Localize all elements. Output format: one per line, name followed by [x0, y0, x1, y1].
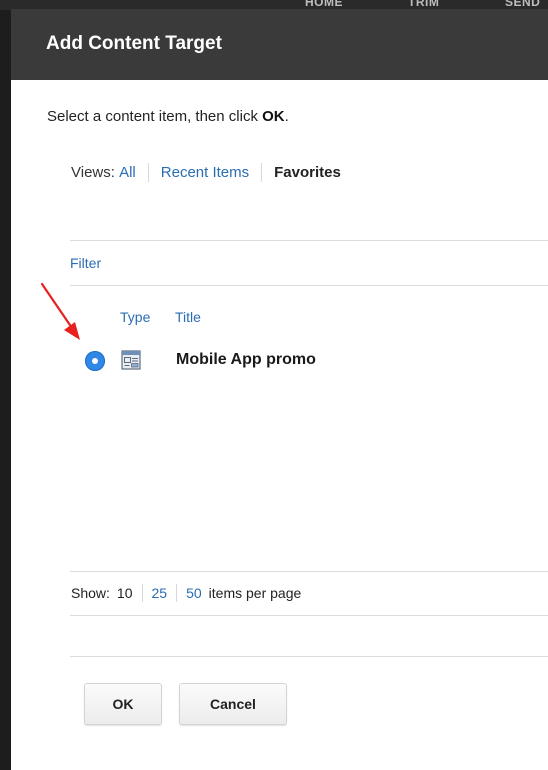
divider [70, 615, 548, 616]
view-favorites-current: Favorites [274, 164, 341, 181]
divider [70, 240, 548, 241]
column-header-type[interactable]: Type [120, 309, 150, 325]
background-nav-item: TRIM [408, 0, 440, 9]
page-size-suffix: items per page [208, 585, 302, 601]
divider [70, 285, 548, 286]
divider [70, 571, 548, 572]
annotation-arrow-icon [40, 282, 80, 340]
row-title: Mobile App promo [176, 351, 316, 368]
row-select-radio[interactable] [85, 351, 105, 371]
view-recent-items-link[interactable]: Recent Items [161, 164, 249, 181]
page-size-selector: Show: 10 25 50 items per page [71, 584, 301, 602]
content-item-icon [121, 350, 141, 370]
views-switcher: Views: All Recent Items Favorites [71, 163, 341, 182]
dialog-title: Add Content Target [46, 33, 222, 54]
page-size-separator [141, 584, 143, 602]
instruction-ok-emphasis: OK [262, 108, 285, 125]
views-separator [147, 163, 149, 182]
instruction-suffix: . [284, 108, 289, 125]
page-size-label: Show: [71, 585, 110, 601]
views-separator [261, 163, 263, 182]
instruction-text: Select a content item, then click OK. [47, 108, 289, 125]
background-nav-item: SEND [505, 0, 541, 9]
ok-button[interactable]: OK [84, 683, 162, 725]
instruction-prefix: Select a content item, then click [47, 108, 263, 125]
background-nav-item: HOME [305, 0, 343, 9]
view-all-link[interactable]: All [119, 164, 136, 181]
page-size-separator [176, 584, 178, 602]
page-size-50-link[interactable]: 50 [186, 585, 202, 601]
views-label: Views: [71, 164, 115, 181]
page-size-current: 10 [116, 585, 133, 601]
divider [70, 656, 548, 657]
page-size-25-link[interactable]: 25 [152, 585, 168, 601]
filter-link[interactable]: Filter [70, 255, 101, 271]
column-header-title[interactable]: Title [175, 309, 201, 325]
add-content-target-dialog: Add Content Target Select a content item… [11, 9, 548, 770]
cancel-button[interactable]: Cancel [179, 683, 287, 725]
dialog-header: Add Content Target [11, 9, 548, 80]
